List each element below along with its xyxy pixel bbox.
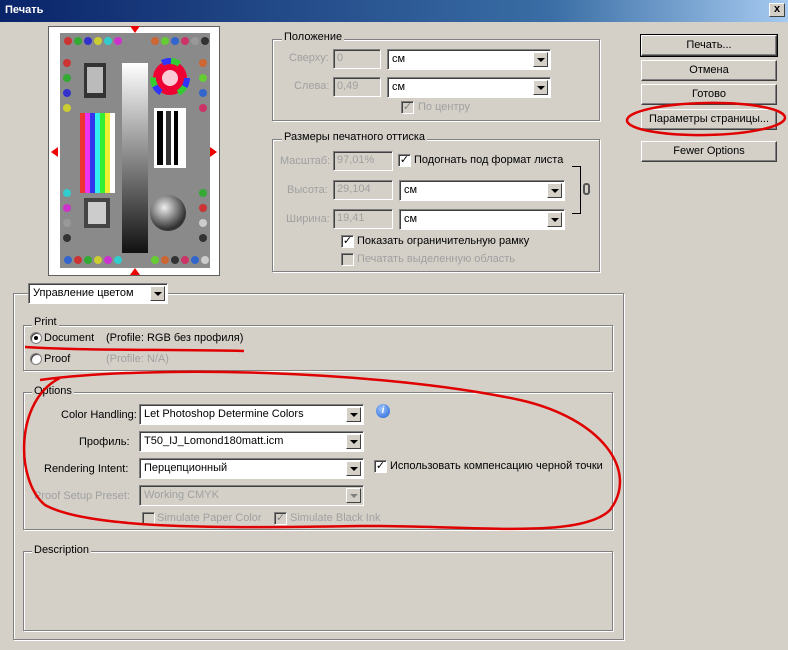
- window-title-bar: Печать: [0, 0, 788, 22]
- preview-image: [60, 33, 210, 268]
- proof-profile: (Profile: N/A): [106, 353, 169, 365]
- document-profile: (Profile: RGB без профиля): [106, 332, 244, 344]
- chevron-down-icon[interactable]: [150, 286, 165, 301]
- test-chart-image: [60, 33, 210, 268]
- crop-mark-top: [130, 26, 140, 33]
- crop-mark-right: [210, 147, 217, 157]
- print-selection-checkbox[interactable]: [341, 253, 354, 266]
- fit-media-label: Подогнать под формат листа: [414, 154, 564, 166]
- link-bracket: [572, 166, 581, 214]
- scale-field[interactable]: 97,01%: [333, 151, 393, 171]
- color-handling-select[interactable]: Let Photoshop Determine Colors: [139, 404, 364, 425]
- simulate-black-label: Simulate Black Ink: [290, 512, 381, 524]
- document-radio[interactable]: [30, 332, 42, 344]
- page-setup-button[interactable]: Параметры страницы...: [641, 109, 777, 130]
- width-unit-select[interactable]: см: [399, 209, 565, 230]
- proof-label: Proof: [44, 353, 71, 365]
- left-field[interactable]: 0,49: [333, 77, 381, 97]
- cancel-button[interactable]: Отмена: [641, 60, 777, 81]
- simulate-black-checkbox[interactable]: ✓: [274, 512, 287, 525]
- crop-mark-left: [51, 147, 58, 157]
- rendering-intent-select[interactable]: Перцепционный: [139, 458, 364, 479]
- black-point-checkbox[interactable]: ✓: [374, 460, 387, 473]
- proof-setup-select[interactable]: Working CMYK: [139, 485, 364, 506]
- print-size-title: Размеры печатного оттиска: [282, 131, 428, 143]
- link-icon[interactable]: [583, 183, 590, 195]
- chevron-down-icon[interactable]: [346, 434, 361, 449]
- bounding-box-label: Показать ограничительную рамку: [357, 235, 530, 247]
- chevron-down-icon[interactable]: [346, 407, 361, 422]
- chevron-down-icon[interactable]: [547, 212, 562, 227]
- chevron-down-icon[interactable]: [533, 52, 548, 67]
- center-label: По центру: [418, 101, 470, 113]
- output-section-select[interactable]: Управление цветом: [28, 283, 168, 304]
- center-checkbox[interactable]: ✓: [401, 101, 414, 114]
- top-label: Сверху:: [289, 52, 329, 64]
- profile-label: Профиль:: [79, 436, 130, 448]
- width-label: Ширина:: [286, 213, 330, 225]
- width-field[interactable]: 19,41: [333, 209, 393, 229]
- fit-media-checkbox[interactable]: ✓: [398, 154, 411, 167]
- height-unit-select[interactable]: см: [399, 180, 565, 201]
- chevron-down-icon[interactable]: [346, 461, 361, 476]
- position-title: Положение: [282, 31, 345, 43]
- info-icon[interactable]: i: [376, 404, 390, 418]
- print-button[interactable]: Печать...: [640, 34, 778, 57]
- print-selection-label: Печатать выделенную область: [357, 253, 516, 265]
- chevron-down-icon[interactable]: [547, 183, 562, 198]
- description-group: [23, 551, 613, 631]
- done-button[interactable]: Готово: [641, 84, 777, 105]
- simulate-paper-checkbox[interactable]: [142, 512, 155, 525]
- fewer-options-button[interactable]: Fewer Options: [641, 141, 777, 162]
- top-field[interactable]: 0: [333, 49, 381, 69]
- crop-mark-bottom: [130, 268, 140, 275]
- black-point-label: Использовать компенсацию черной точки: [390, 460, 603, 472]
- window-title: Печать: [5, 4, 44, 16]
- height-field[interactable]: 29,104: [333, 180, 393, 200]
- simulate-paper-label: Simulate Paper Color: [157, 512, 262, 524]
- rendering-intent-label: Rendering Intent:: [44, 463, 129, 475]
- printer-profile-select[interactable]: T50_IJ_Lomond180matt.icm: [139, 431, 364, 452]
- left-unit-select[interactable]: см: [387, 77, 551, 98]
- height-label: Высота:: [287, 184, 328, 196]
- options-title: Options: [32, 385, 74, 397]
- close-button[interactable]: x: [769, 3, 785, 17]
- print-group-title: Print: [32, 316, 59, 328]
- chevron-down-icon[interactable]: [346, 488, 361, 503]
- bounding-box-checkbox[interactable]: ✓: [341, 235, 354, 248]
- color-handling-label: Color Handling:: [61, 409, 137, 421]
- scale-label: Масштаб:: [280, 155, 331, 167]
- chevron-down-icon[interactable]: [533, 80, 548, 95]
- proof-radio[interactable]: [30, 353, 42, 365]
- left-label: Слева:: [294, 80, 330, 92]
- proof-setup-label: Proof Setup Preset:: [34, 490, 130, 502]
- document-label: Document: [44, 332, 95, 344]
- top-unit-select[interactable]: см: [387, 49, 551, 70]
- description-title: Description: [32, 544, 92, 556]
